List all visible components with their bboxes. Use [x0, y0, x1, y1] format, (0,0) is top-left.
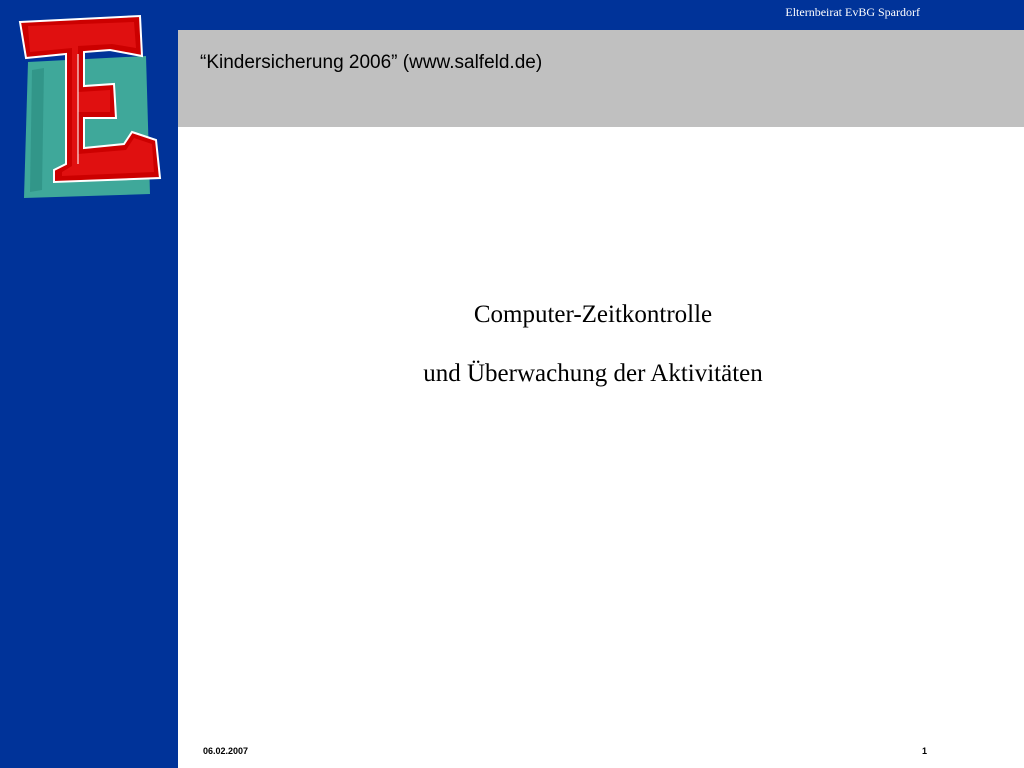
sidebar [0, 0, 178, 768]
slide-title: “Kindersicherung 2006” (www.salfeld.de) [200, 52, 543, 73]
logo-e-icon [18, 14, 162, 198]
footer-date: 06.02.2007 [203, 746, 249, 756]
content-line-2: und Überwachung der Aktivitäten [423, 360, 763, 387]
content-line-1: Computer-Zeitkontrolle [473, 301, 713, 328]
organization-name: Elternbeirat EvBG Spardorf [785, 5, 920, 19]
page-number: 1 [922, 746, 928, 756]
slide: Elternbeirat EvBG Spardorf “Kindersicher… [0, 0, 1024, 768]
title-bar: “Kindersicherung 2006” (www.salfeld.de) [178, 30, 1024, 127]
slide-content: Computer-Zeitkontrolle und Überwachung d… [178, 300, 1008, 418]
top-bar: Elternbeirat EvBG Spardorf [178, 0, 1024, 30]
